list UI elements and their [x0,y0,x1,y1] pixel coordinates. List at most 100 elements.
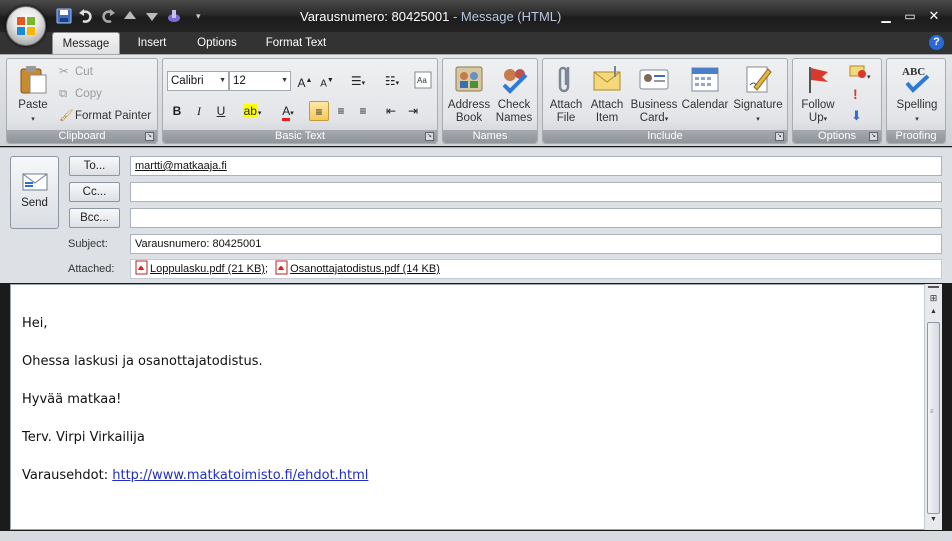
message-header: Send To... martti@matkaaja.fi Cc... Bcc.… [0,147,952,283]
follow-up-button[interactable]: Follow Up▾ [797,63,839,126]
attachments-field: Loppulasku.pdf (21 KB); Osanottajatodist… [130,259,942,279]
address-book-button[interactable]: Address Book [447,63,491,125]
pdf-icon [275,260,288,275]
scroll-down-icon[interactable]: ▼ [927,516,940,526]
up-icon[interactable] [122,8,138,24]
clipboard-dialog-launcher-icon[interactable]: ↘ [145,132,154,141]
terms-link[interactable]: http://www.matkatoimisto.fi/ehdot.html [112,468,368,483]
calendar-button[interactable]: Calendar [681,63,729,112]
business-card-label-line1: Business [630,99,678,111]
help-icon[interactable]: ? [929,35,944,50]
cc-button[interactable]: Cc... [69,182,120,202]
format-painter-label: Format Painter [75,110,152,122]
message-body[interactable]: Hei, Ohessa laskusi ja osanottajatodistu… [10,284,942,530]
decrease-indent-icon[interactable]: ⇤ [381,101,401,121]
proofing-group: ABC Spelling ▾ Proofing [886,58,946,144]
touch-mode-icon[interactable] [166,8,182,24]
increase-indent-icon[interactable]: ⇥ [403,101,423,121]
high-importance-icon[interactable]: ! [853,85,858,103]
copy-button[interactable]: ⧉ Copy [59,85,102,103]
cut-button[interactable]: ✂ Cut [59,63,93,81]
office-button[interactable] [6,6,46,46]
ruler-toggle-icon[interactable]: ⊞ [927,292,940,304]
format-painter-button[interactable]: 🖌Format Painter [59,107,151,125]
low-importance-icon[interactable]: ⬇ [851,107,862,125]
underline-button[interactable]: U [211,101,231,121]
customize-qat-icon[interactable]: ▾ [196,8,206,24]
options-group: Follow Up▾ ▾ ! ⬇ Options ↘ [792,58,882,144]
pdf-icon [135,260,148,275]
include-group: Attach File Attach Item Business Card▾ Cale… [542,58,788,144]
signature-label: Signature [733,99,783,111]
save-icon[interactable] [56,8,72,24]
scroll-thumb[interactable]: ≡ [927,322,940,514]
scroll-up-icon[interactable]: ▲ [927,308,940,318]
business-card-icon [639,69,669,90]
down-icon[interactable] [144,8,160,24]
attachment-name[interactable]: Loppulasku.pdf (21 KB) [150,263,265,275]
include-dialog-launcher-icon[interactable]: ↘ [775,132,784,141]
tab-insert[interactable]: Insert [126,32,178,54]
to-field[interactable]: martti@matkaaja.fi [130,156,942,176]
paste-icon [20,66,47,94]
grow-font-icon[interactable]: A▲ [295,71,315,91]
undo-icon[interactable] [78,8,94,24]
paintbrush-icon: 🖌 [59,110,74,122]
font-name-combo[interactable]: Calibri ▼ [167,71,229,91]
basic-text-dialog-launcher-icon[interactable]: ↘ [425,132,434,141]
body-line-1: Ohessa laskusi ja osanottajatodistus. [22,354,263,369]
subject-field[interactable]: Varausnumero: 80425001 [130,234,942,254]
vertical-scrollbar[interactable]: ⊞ ▲ ≡ ▼ [924,284,942,530]
send-button[interactable]: Send [10,156,59,229]
to-button[interactable]: To... [69,156,120,176]
business-card-button[interactable]: Business Card▾ [629,63,679,126]
cc-field[interactable] [130,182,942,202]
italic-button[interactable]: I [189,101,209,121]
svg-text:ABC: ABC [902,66,925,78]
signature-icon [746,66,772,93]
options-dialog-launcher-icon[interactable]: ↘ [869,132,878,141]
signature-button[interactable]: Signature ▾ [731,63,785,126]
message-body-text[interactable]: Hei, Ohessa laskusi ja osanottajatodistu… [22,305,368,495]
highlight-color-icon[interactable]: ab▾ [237,101,267,121]
styles-icon[interactable]: Aa [413,71,433,91]
attachment-item[interactable]: Osanottajatodistus.pdf (14 KB) [275,260,440,275]
subject-label: Subject: [68,238,108,250]
attach-file-label-line1: Attach [549,99,583,111]
attachment-item[interactable]: Loppulasku.pdf (21 KB) [135,260,265,275]
font-size-combo[interactable]: 12 ▼ [229,71,291,91]
redo-icon[interactable] [100,8,116,24]
close-icon[interactable]: ✕ [925,8,943,24]
attach-file-button[interactable]: Attach File [547,63,585,125]
proofing-group-label: Proofing [887,130,945,143]
bcc-field[interactable] [130,208,942,228]
tab-options[interactable]: Options [186,32,248,54]
tab-message[interactable]: Message [52,32,120,54]
shrink-font-icon[interactable]: A▼ [317,71,337,91]
send-envelope-icon [22,173,47,191]
align-right-icon[interactable]: ≡ [353,101,373,121]
tab-format-text[interactable]: Format Text [258,32,334,54]
permission-icon[interactable]: ▾ [849,63,875,81]
numbering-icon[interactable]: ☷▾ [377,71,407,91]
spelling-button[interactable]: ABC Spelling ▾ [891,63,943,126]
bold-button[interactable]: B [167,101,187,121]
attachment-name[interactable]: Osanottajatodistus.pdf (14 KB) [290,263,440,275]
bcc-button[interactable]: Bcc... [69,208,120,228]
maximize-icon[interactable]: ▭ [901,8,919,24]
check-names-button[interactable]: Check Names [493,63,535,125]
send-label: Send [21,197,48,209]
bullets-icon[interactable]: ☰▾ [343,71,373,91]
font-color-icon[interactable]: A▾ [273,101,303,121]
split-handle-icon[interactable] [928,286,939,290]
paste-button[interactable]: Paste ▾ [13,63,53,126]
to-recipient[interactable]: martti@matkaaja.fi [135,160,227,172]
minimize-icon[interactable]: ▁ [877,8,895,24]
address-book-icon [455,66,483,92]
align-left-icon[interactable]: ≡ [309,101,329,121]
align-center-icon[interactable]: ≡ [331,101,351,121]
attach-item-label-line2: Item [595,112,619,124]
attach-item-button[interactable]: Attach Item [587,63,627,125]
ribbon-tabs: Message Insert Options Format Text ? [0,32,952,54]
basic-text-group: Calibri ▼ 12 ▼ A▲ A▼ ☰▾ ☷▾ Aa B I U ab▾ A▾… [162,58,438,144]
